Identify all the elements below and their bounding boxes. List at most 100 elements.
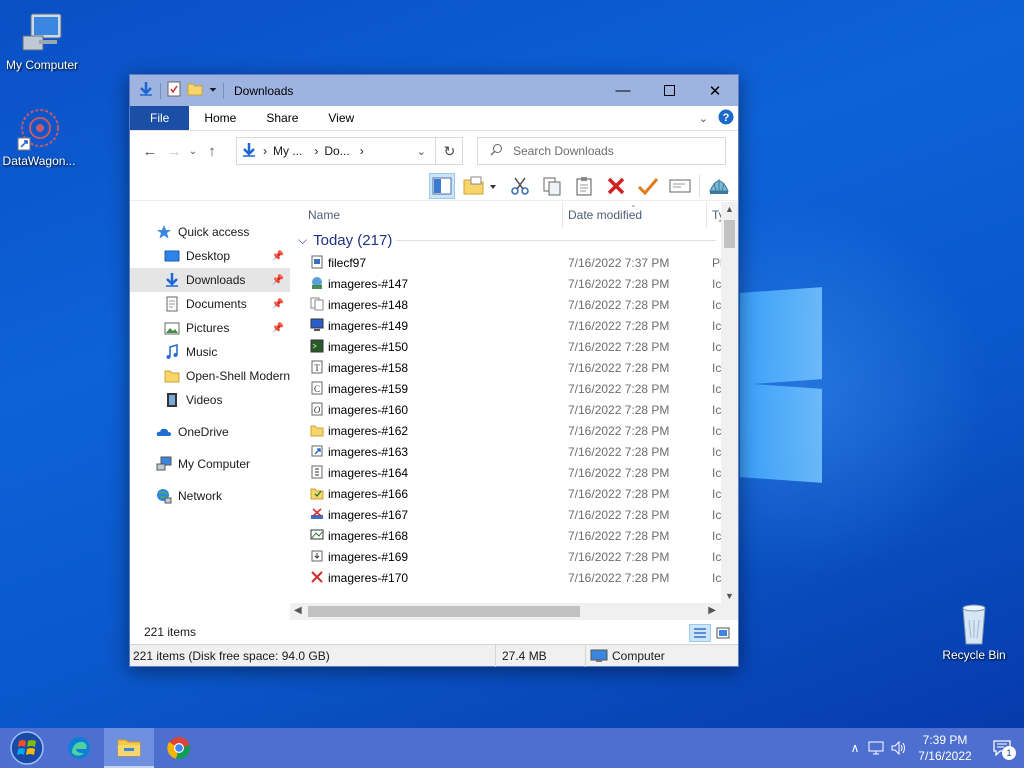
table-row[interactable]: imageres-#162 7/16/2022 7:28 PM Ic (290, 420, 738, 441)
folder-options-button[interactable] (461, 173, 501, 199)
breadcrumb-downloads[interactable]: Do... (324, 144, 349, 158)
tab-view[interactable]: View (313, 106, 369, 130)
document-icon (166, 296, 178, 312)
nav-item-desktop[interactable]: Desktop 📌 (130, 244, 290, 268)
forward-button[interactable]: → (162, 143, 186, 160)
nav-onedrive[interactable]: OneDrive (130, 420, 290, 444)
action-center-button[interactable]: 1 (980, 740, 1024, 760)
arrow-up-icon: ↑ (208, 142, 216, 160)
help-icon[interactable]: ? (718, 109, 734, 128)
scroll-right-icon[interactable]: ▶ (708, 605, 716, 616)
volume-icon[interactable] (888, 741, 910, 755)
cloud-icon (156, 428, 171, 436)
file-list[interactable]: Name Date modified ⌄ Ty ⌵ Today (217) fi… (290, 202, 738, 620)
search-input[interactable]: Search Downloads (513, 144, 614, 158)
nav-item-videos[interactable]: Videos (130, 388, 290, 412)
new-folder-icon[interactable] (187, 81, 203, 100)
explorer-window[interactable]: ⏷ Downloads — ✕ File Home Share View ⌄ ?… (129, 74, 739, 667)
properties-button[interactable] (635, 173, 661, 199)
table-row[interactable]: imageres-#150 7/16/2022 7:28 PM Ic (290, 336, 738, 357)
table-row[interactable]: imageres-#167 7/16/2022 7:28 PM Ic (290, 504, 738, 525)
taskbar-edge[interactable] (54, 728, 104, 768)
table-row[interactable]: imageres-#163 7/16/2022 7:28 PM Ic (290, 441, 738, 462)
back-button[interactable]: ← (138, 143, 162, 160)
properties-icon[interactable] (167, 81, 181, 100)
minimize-button[interactable]: — (600, 75, 646, 106)
scroll-down-icon[interactable]: ▼ (721, 591, 738, 601)
search-box[interactable]: Search Downloads (477, 137, 726, 165)
taskbar-file-explorer[interactable] (104, 728, 154, 768)
arrow-right-icon: → (166, 142, 182, 160)
nav-my-computer[interactable]: My Computer (130, 452, 290, 476)
remove-drive-icon (311, 508, 323, 519)
maximize-button[interactable] (646, 75, 692, 106)
large-icons-view-button[interactable] (714, 624, 732, 642)
refresh-button[interactable]: ↻ (435, 137, 463, 165)
desktop-icon-datawagon[interactable]: DataWagon... (0, 106, 81, 168)
desktop-icon-recycle-bin[interactable]: Recycle Bin (932, 600, 1016, 662)
nav-item-pictures[interactable]: Pictures 📌 (130, 316, 290, 340)
column-name[interactable]: Name (308, 208, 340, 222)
table-row[interactable]: imageres-#168 7/16/2022 7:28 PM Ic (290, 525, 738, 546)
cut-button[interactable] (507, 173, 533, 199)
horizontal-scrollbar[interactable]: ◀ ▶ (290, 603, 738, 620)
nav-item-documents[interactable]: Documents 📌 (130, 292, 290, 316)
network-tray-icon[interactable] (864, 741, 888, 755)
delete-button[interactable] (603, 173, 629, 199)
breadcrumb-my-computer[interactable]: My ... (273, 144, 302, 158)
group-header-today[interactable]: ⌵ Today (217) (290, 228, 738, 252)
customize-quick-access-icon[interactable]: ⏷ (209, 85, 217, 96)
breadcrumb-separator[interactable]: › (360, 144, 364, 158)
vertical-scroll-thumb[interactable] (724, 220, 735, 248)
column-date-modified[interactable]: Date modified (568, 208, 642, 222)
close-icon: ✕ (708, 82, 722, 100)
copy-button[interactable] (539, 173, 565, 199)
address-dropdown-button[interactable]: ⌄ (417, 145, 426, 158)
nav-network[interactable]: Network (130, 484, 290, 508)
close-button[interactable]: ✕ (692, 75, 738, 106)
horizontal-scroll-thumb[interactable] (308, 606, 580, 617)
clock[interactable]: 7:39 PM 7/16/2022 (910, 732, 980, 764)
nav-quick-access[interactable]: Quick access (130, 220, 290, 244)
address-bar[interactable]: › My ... › Do... › ⌄ (236, 137, 463, 165)
tab-home[interactable]: Home (189, 106, 251, 130)
shell-button[interactable] (706, 173, 732, 199)
table-row[interactable]: imageres-#148 7/16/2022 7:28 PM Ic (290, 294, 738, 315)
sort-indicator-icon: ⌄ (630, 202, 637, 209)
nav-item-music[interactable]: Music (130, 340, 290, 364)
breadcrumb-separator[interactable]: › (263, 144, 267, 158)
recent-locations-button[interactable]: ⌄ (186, 146, 200, 157)
preview-pane-button[interactable] (429, 172, 455, 199)
scroll-left-icon[interactable]: ◀ (294, 605, 302, 616)
table-row[interactable]: imageres-#164 7/16/2022 7:28 PM Ic (290, 462, 738, 483)
monitor-icon (310, 318, 324, 331)
tab-share[interactable]: Share (251, 106, 313, 130)
nav-item-downloads[interactable]: Downloads 📌 (130, 268, 290, 292)
up-button[interactable]: ↑ (200, 143, 224, 160)
table-row[interactable]: filecf97 7/16/2022 7:37 PM Pl (290, 252, 738, 273)
taskbar-chrome[interactable] (154, 728, 204, 768)
desktop-icon-my-computer[interactable]: My Computer (0, 10, 84, 72)
title-bar[interactable]: ⏷ Downloads — ✕ (130, 75, 738, 106)
table-row[interactable]: C imageres-#159 7/16/2022 7:28 PM Ic (290, 378, 738, 399)
svg-text:T: T (314, 363, 320, 373)
table-row[interactable]: imageres-#170 7/16/2022 7:28 PM Ic (290, 567, 738, 588)
nav-item-open-shell-modern[interactable]: Open-Shell Modern (130, 364, 290, 388)
table-row[interactable]: imageres-#149 7/16/2022 7:28 PM Ic (290, 315, 738, 336)
start-button[interactable] (0, 728, 54, 768)
show-hidden-icons-button[interactable]: ∧ (846, 741, 864, 755)
tab-file[interactable]: File (130, 106, 190, 130)
email-button[interactable] (667, 173, 693, 199)
details-view-button[interactable] (689, 624, 711, 642)
table-row[interactable]: imageres-#166 7/16/2022 7:28 PM Ic (290, 483, 738, 504)
table-row[interactable]: imageres-#169 7/16/2022 7:28 PM Ic (290, 546, 738, 567)
scroll-up-icon[interactable]: ▲ (721, 204, 738, 214)
download-arrow-icon (166, 273, 178, 287)
expand-ribbon-icon[interactable]: ⌄ (699, 112, 708, 125)
breadcrumb-separator[interactable]: › (314, 144, 318, 158)
table-row[interactable]: T imageres-#158 7/16/2022 7:28 PM Ic (290, 357, 738, 378)
paste-button[interactable] (571, 173, 597, 199)
table-row[interactable]: O imageres-#160 7/16/2022 7:28 PM Ic (290, 399, 738, 420)
table-row[interactable]: imageres-#147 7/16/2022 7:28 PM Ic (290, 273, 738, 294)
vertical-scrollbar[interactable]: ▲ ▼ (721, 202, 738, 603)
